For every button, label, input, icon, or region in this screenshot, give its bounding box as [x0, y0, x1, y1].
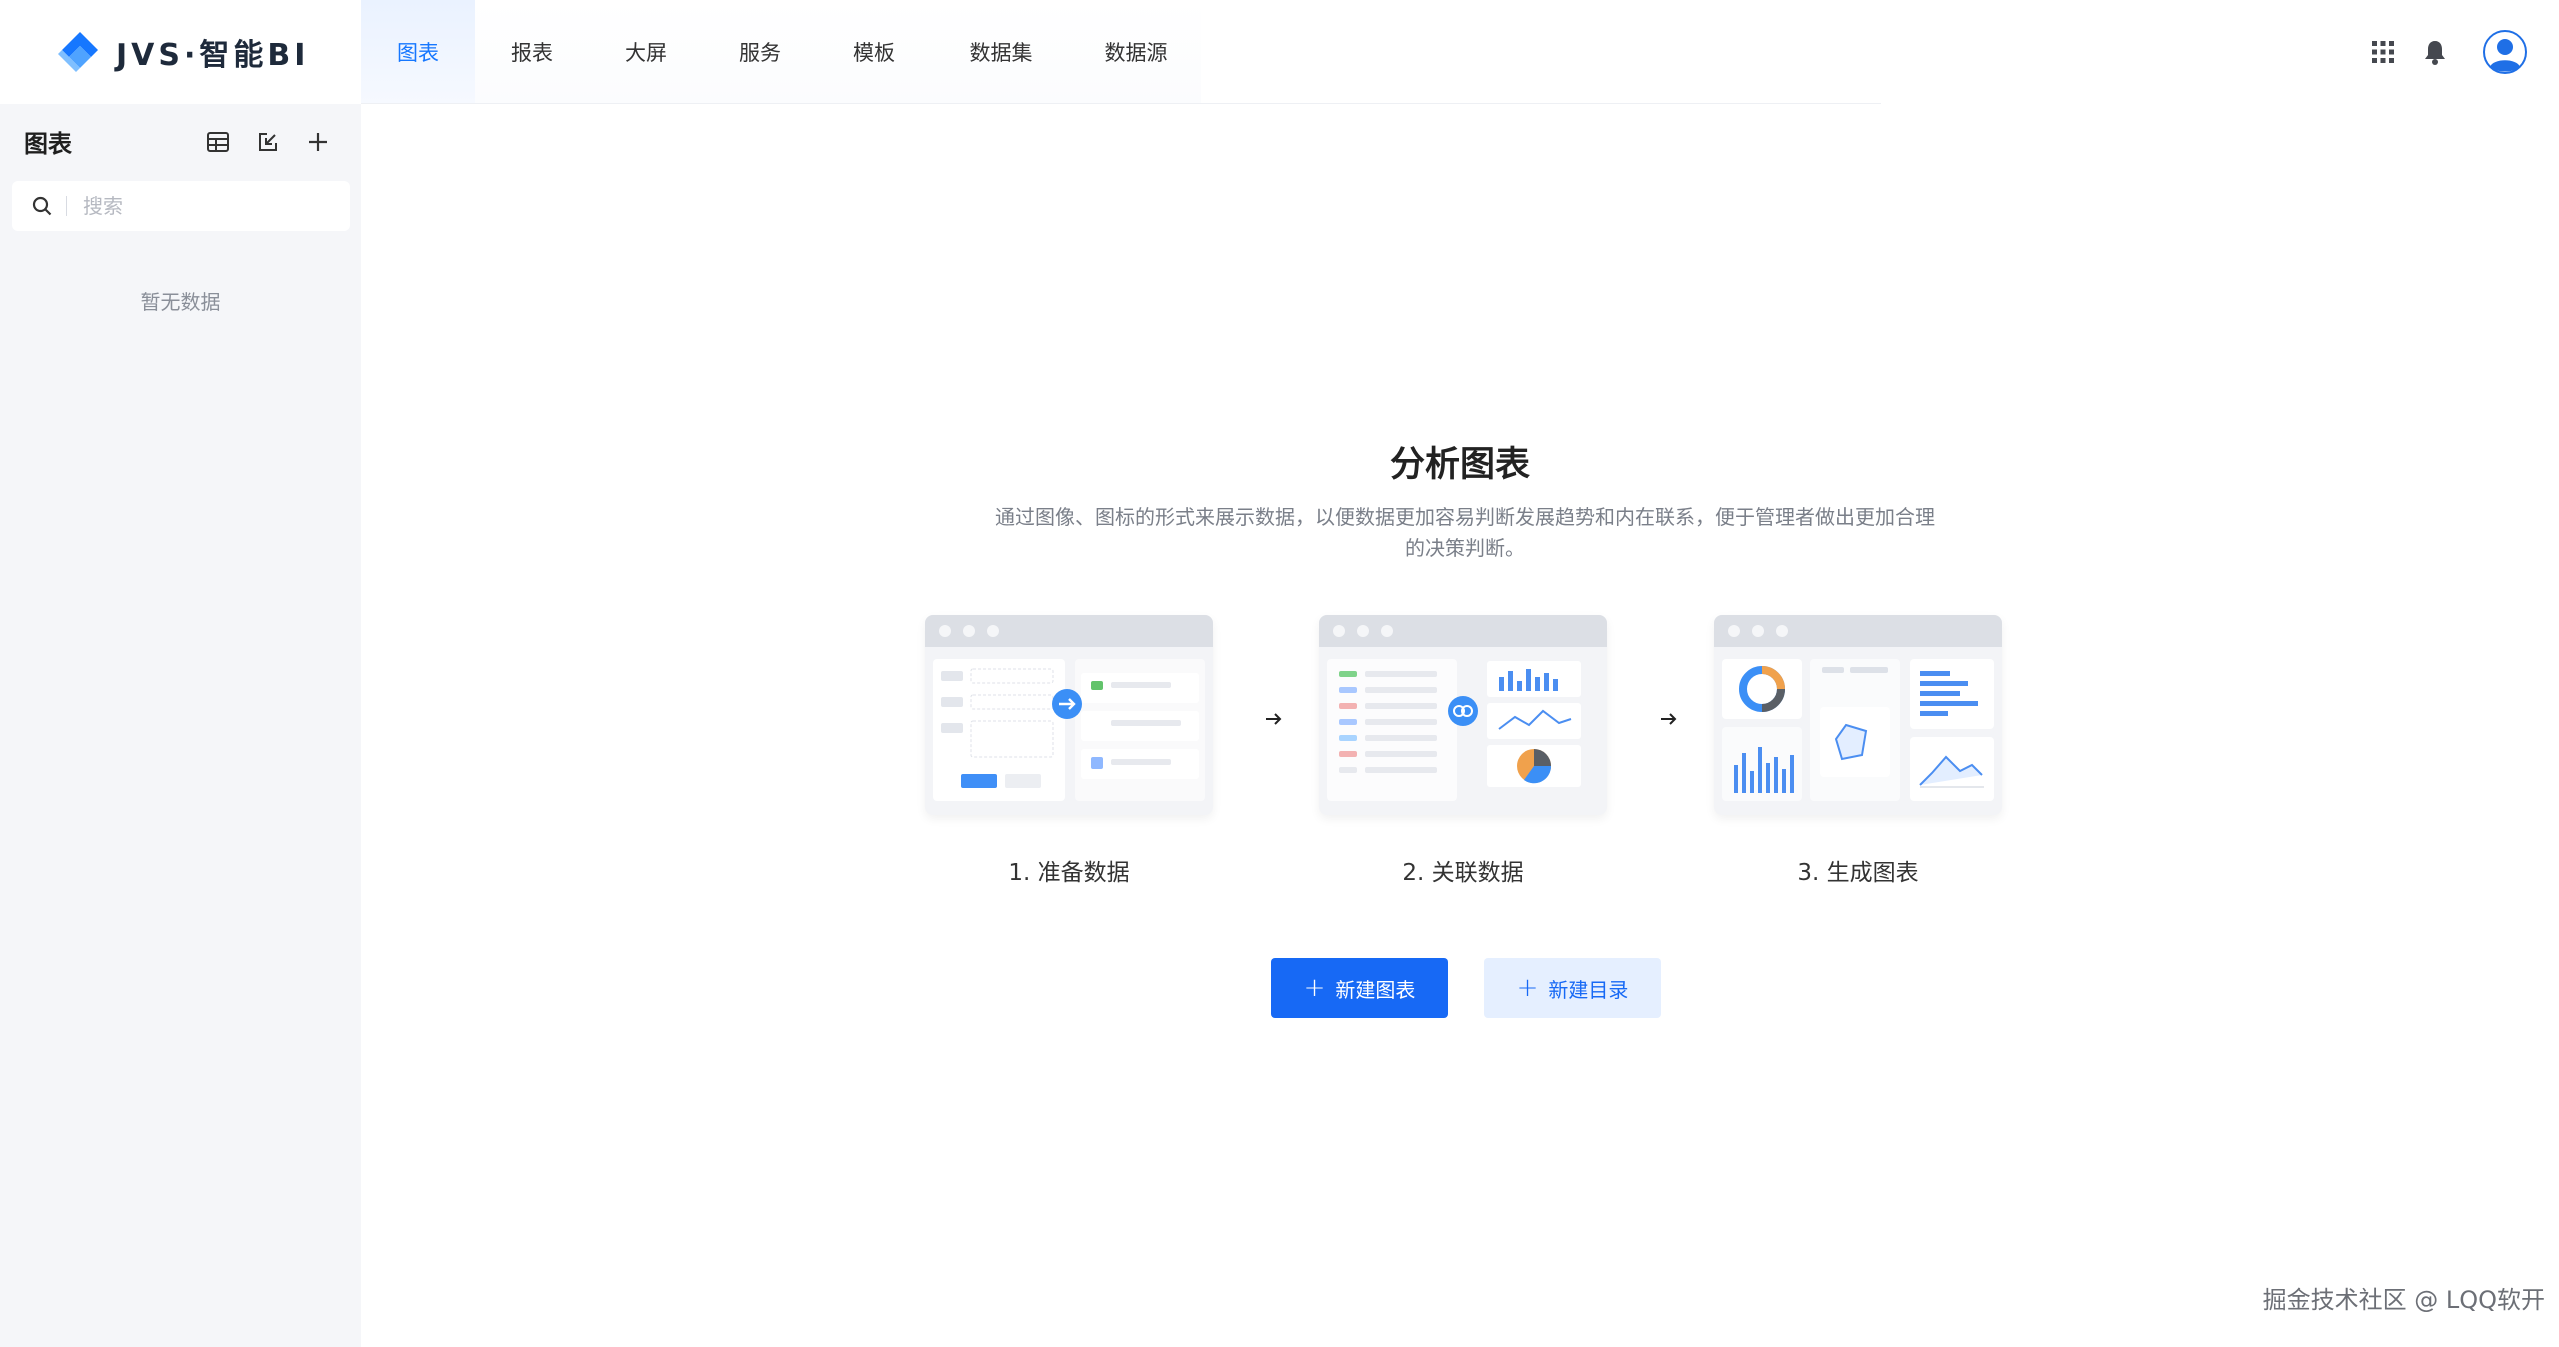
table-icon[interactable] — [196, 120, 240, 164]
main-nav: 图表 报表 大屏 服务 模板 数据集 数据源 — [361, 0, 1201, 104]
topbar-divider — [361, 103, 1881, 104]
sidebar-toolbar — [196, 120, 346, 164]
plus-icon: + — [1303, 973, 1326, 1003]
step-card-prepare-data — [925, 615, 1213, 815]
nav-tab-chart[interactable]: 图表 — [361, 0, 475, 104]
new-chart-button[interactable]: + 新建图表 — [1271, 958, 1448, 1018]
sidebar: 图表 暂无数据 — [0, 104, 361, 1347]
app-logo[interactable]: JVS·智能BI — [58, 28, 309, 76]
nav-tab-report[interactable]: 报表 — [475, 0, 589, 104]
prepare-data-illustration — [933, 659, 1205, 801]
step-label-prepare: 1. 准备数据 — [1008, 860, 1130, 886]
new-chart-label: 新建图表 — [1335, 977, 1416, 1002]
watermark-text: 掘金技术社区 @ LQQ软开 — [2262, 1286, 2545, 1314]
arrow-right-icon — [1661, 713, 1677, 725]
arrow-right-icon — [1266, 713, 1282, 725]
nav-tab-service[interactable]: 服务 — [703, 0, 817, 104]
main-title: 分析图表 — [0, 436, 2559, 487]
plus-icon: + — [1516, 973, 1539, 1003]
step-card-generate-chart — [1714, 615, 2002, 815]
step-card-relate-data — [1319, 615, 1607, 815]
plus-icon[interactable] — [296, 120, 340, 164]
sidebar-title: 图表 — [24, 130, 72, 158]
relate-data-illustration — [1327, 659, 1581, 801]
search-separator — [66, 196, 67, 216]
sidebar-search — [12, 181, 350, 231]
nav-tab-dataset[interactable]: 数据集 — [931, 0, 1071, 104]
new-directory-label: 新建目录 — [1548, 977, 1629, 1002]
logo-icon — [58, 32, 98, 72]
apps-grid-icon[interactable] — [2357, 26, 2409, 78]
empty-state-text: 暂无数据 — [140, 290, 221, 314]
bell-icon[interactable] — [2409, 26, 2461, 78]
nav-tab-datasource[interactable]: 数据源 — [1071, 0, 1201, 104]
nav-tab-bigscreen[interactable]: 大屏 — [589, 0, 703, 104]
nav-tab-template[interactable]: 模板 — [817, 0, 931, 104]
main-title-text: 分析图表 — [1389, 445, 1530, 485]
top-bar: JVS·智能BI 图表 报表 大屏 服务 模板 数据集 数据源 — [0, 0, 2559, 104]
step-label-relate: 2. 关联数据 — [1402, 860, 1524, 886]
generate-chart-illustration — [1722, 659, 1994, 801]
steps-illustration: 1. 准备数据 2. 关联数据 3. 生成图表 — [925, 615, 2002, 895]
import-icon[interactable] — [246, 120, 290, 164]
user-avatar-icon[interactable] — [2479, 26, 2531, 78]
main-description: 通过图像、图标的形式来展示数据，以便数据更加容易判断发展趋势和内在联系，便于管理… — [995, 505, 1935, 560]
logo-text: JVS·智能BI — [116, 38, 310, 73]
search-input[interactable] — [81, 193, 325, 219]
step-label-generate: 3. 生成图表 — [1797, 860, 1919, 886]
search-icon — [32, 196, 52, 216]
top-right-icons — [2357, 26, 2531, 78]
new-directory-button[interactable]: + 新建目录 — [1484, 958, 1661, 1018]
